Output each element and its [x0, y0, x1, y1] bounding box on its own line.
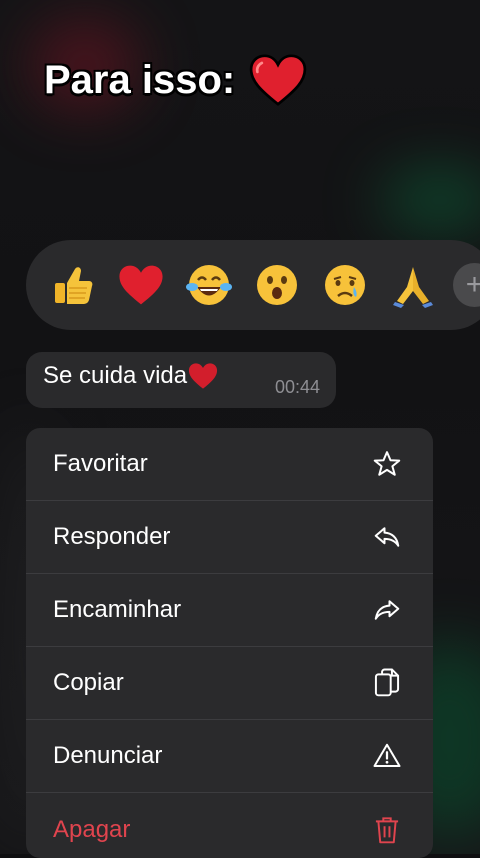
forward-icon [371, 594, 403, 626]
red-heart-icon [249, 54, 307, 106]
menu-item-label: Favoritar [53, 450, 148, 477]
message-text: Se cuida vida [43, 362, 188, 389]
folded-hands-icon[interactable] [385, 257, 440, 313]
message-bubble[interactable]: Se cuida vida 00:44 [26, 352, 336, 408]
plus-icon[interactable]: + [452, 263, 480, 307]
context-menu: Favoritar Responder Encaminhar Copiar De… [26, 428, 433, 858]
message-time: 00:44 [274, 377, 320, 397]
menu-item-label: Encaminhar [53, 596, 182, 623]
menu-item-denunciar[interactable]: Denunciar [26, 720, 433, 793]
menu-item-label: Copiar [53, 669, 124, 696]
menu-item-label: Apagar [53, 815, 131, 843]
surprised-face-icon[interactable] [249, 257, 304, 313]
caption-text: Para isso: [44, 57, 236, 102]
menu-item-label: Responder [53, 523, 171, 550]
tears-of-joy-icon[interactable] [182, 257, 237, 313]
warning-icon [371, 740, 403, 772]
reaction-bar: + [26, 240, 480, 330]
menu-item-responder[interactable]: Responder [26, 501, 433, 574]
menu-item-apagar[interactable]: Apagar [26, 793, 433, 858]
menu-item-favoritar[interactable]: Favoritar [26, 428, 433, 501]
reply-icon [371, 521, 403, 553]
menu-item-encaminhar[interactable]: Encaminhar [26, 574, 433, 647]
thumbs-up-icon[interactable] [46, 257, 101, 313]
red-heart-icon[interactable] [114, 257, 169, 313]
copy-icon [371, 667, 403, 699]
menu-item-copiar[interactable]: Copiar [26, 647, 433, 720]
menu-item-label: Denunciar [53, 742, 163, 769]
red-heart-icon [189, 363, 218, 389]
crying-face-icon[interactable] [317, 257, 372, 313]
star-icon [371, 448, 403, 480]
video-caption: Para isso: [44, 52, 307, 108]
trash-icon [371, 814, 403, 846]
